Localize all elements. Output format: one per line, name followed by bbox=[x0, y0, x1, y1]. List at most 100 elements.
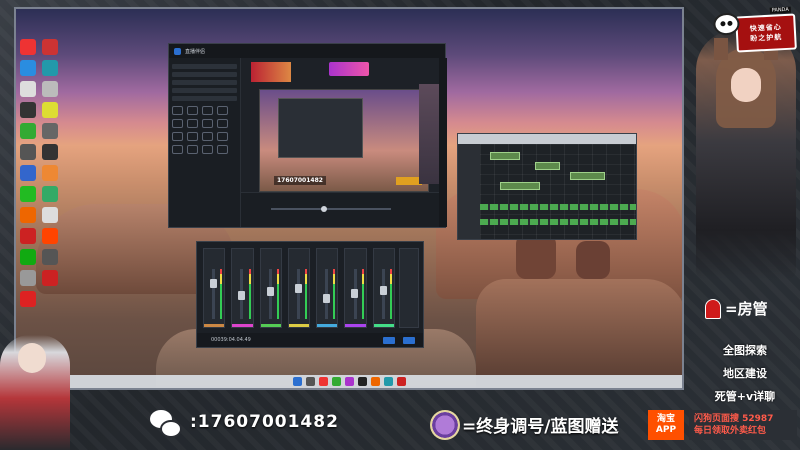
tool-icon[interactable] bbox=[172, 106, 183, 115]
midi-row[interactable] bbox=[480, 204, 636, 210]
fader-knob[interactable] bbox=[266, 287, 274, 296]
midi-row[interactable] bbox=[480, 219, 636, 225]
tool-icon[interactable] bbox=[172, 145, 183, 154]
tool-icon[interactable] bbox=[217, 119, 228, 128]
fader-knob[interactable] bbox=[294, 284, 302, 293]
mixer-button[interactable] bbox=[403, 336, 415, 344]
mixer-channel[interactable] bbox=[203, 248, 226, 328]
sidebar-item[interactable] bbox=[172, 96, 237, 101]
guard-label: =房管 bbox=[725, 300, 768, 318]
streaming-app-window[interactable]: 直播伴侣 17607001482 bbox=[168, 43, 447, 228]
fader-knob[interactable] bbox=[379, 286, 387, 295]
start-icon[interactable] bbox=[292, 377, 302, 386]
sidebar-item[interactable] bbox=[172, 80, 237, 85]
taskbar-app-icon[interactable] bbox=[305, 377, 315, 386]
gift-banner[interactable] bbox=[329, 62, 369, 76]
daw-arrange-area[interactable] bbox=[480, 144, 636, 239]
tool-icon[interactable] bbox=[202, 145, 213, 154]
tool-icon[interactable] bbox=[202, 132, 213, 141]
app-sidebar bbox=[169, 58, 241, 227]
fader-knob[interactable] bbox=[351, 289, 359, 298]
window-title: 直播伴侣 bbox=[185, 48, 206, 55]
daw-header[interactable] bbox=[458, 134, 636, 144]
taskbar-app-icon[interactable] bbox=[396, 377, 406, 386]
sidebar-item[interactable] bbox=[172, 72, 237, 77]
tool-icon[interactable] bbox=[172, 119, 183, 128]
tool-icon[interactable] bbox=[187, 119, 198, 128]
mixer-channel[interactable] bbox=[259, 248, 282, 328]
app-icon[interactable] bbox=[20, 165, 36, 181]
tool-icon[interactable] bbox=[172, 132, 183, 141]
app-icon[interactable] bbox=[42, 186, 58, 202]
app-icon[interactable] bbox=[20, 102, 36, 118]
tool-icon[interactable] bbox=[202, 106, 213, 115]
audio-mixer-window[interactable]: 00039:04.04.49 bbox=[196, 241, 424, 348]
audio-clip[interactable] bbox=[490, 152, 520, 160]
mixer-button[interactable] bbox=[383, 336, 395, 344]
rock-formation bbox=[516, 234, 556, 279]
app-icon[interactable] bbox=[20, 291, 36, 307]
taskbar-app-icon[interactable] bbox=[318, 377, 328, 386]
taskbar-app-icon[interactable] bbox=[383, 377, 393, 386]
app-icon[interactable] bbox=[42, 123, 58, 139]
app-icon[interactable] bbox=[42, 228, 58, 244]
app-icon[interactable] bbox=[20, 81, 36, 97]
tool-icon[interactable] bbox=[202, 119, 213, 128]
fader-knob[interactable] bbox=[210, 279, 218, 288]
wechat-icon bbox=[150, 410, 184, 440]
tool-icon[interactable] bbox=[187, 106, 198, 115]
fader-knob[interactable] bbox=[323, 294, 331, 303]
taskbar-app-icon[interactable] bbox=[370, 377, 380, 386]
daw-track-list[interactable] bbox=[458, 144, 480, 239]
app-icon[interactable] bbox=[20, 207, 36, 223]
app-icon[interactable] bbox=[20, 186, 36, 202]
master-channel[interactable] bbox=[399, 248, 419, 328]
app-icon[interactable] bbox=[42, 207, 58, 223]
taskbar-app-icon[interactable] bbox=[344, 377, 354, 386]
app-icon[interactable] bbox=[42, 165, 58, 181]
mixer-channel[interactable] bbox=[372, 248, 395, 328]
volume-slider[interactable] bbox=[271, 206, 391, 212]
tool-icon[interactable] bbox=[217, 132, 228, 141]
nested-preview bbox=[278, 98, 363, 158]
app-icon[interactable] bbox=[20, 270, 36, 286]
app-icon[interactable] bbox=[20, 144, 36, 160]
window-titlebar[interactable]: 直播伴侣 bbox=[169, 44, 445, 58]
mixer-channel[interactable] bbox=[287, 248, 311, 328]
fader-knob[interactable] bbox=[238, 291, 246, 300]
taobao-line-2: APP bbox=[655, 425, 677, 435]
app-icon[interactable] bbox=[42, 81, 58, 97]
app-icon[interactable] bbox=[42, 39, 58, 55]
tool-icon[interactable] bbox=[187, 145, 198, 154]
rock-formation bbox=[476, 279, 682, 379]
mixer-channel[interactable] bbox=[231, 248, 254, 328]
app-icon[interactable] bbox=[42, 249, 58, 265]
rocket-icon bbox=[705, 298, 721, 319]
daw-window[interactable] bbox=[457, 133, 637, 240]
app-icon[interactable] bbox=[20, 228, 36, 244]
stream-preview[interactable]: 17607001482 bbox=[259, 89, 429, 192]
app-icon[interactable] bbox=[42, 144, 58, 160]
sidebar-item[interactable] bbox=[172, 88, 237, 93]
taskbar-app-icon[interactable] bbox=[357, 377, 367, 386]
app-icon[interactable] bbox=[42, 60, 58, 76]
app-icon[interactable] bbox=[42, 270, 58, 286]
mixer-channel[interactable] bbox=[316, 248, 339, 328]
badge-brand: PANDA bbox=[769, 6, 791, 14]
tool-icon[interactable] bbox=[217, 106, 228, 115]
app-icon[interactable] bbox=[20, 60, 36, 76]
audio-clip[interactable] bbox=[570, 172, 605, 180]
banner-image[interactable] bbox=[251, 62, 291, 82]
app-icon[interactable] bbox=[20, 123, 36, 139]
mixer-channel[interactable] bbox=[344, 248, 367, 328]
app-icon[interactable] bbox=[20, 39, 36, 55]
tool-icon[interactable] bbox=[187, 132, 198, 141]
sidebar-item[interactable] bbox=[172, 64, 237, 69]
side-gallery[interactable] bbox=[419, 84, 441, 184]
tool-icon[interactable] bbox=[217, 145, 228, 154]
app-icon[interactable] bbox=[20, 249, 36, 265]
audio-clip[interactable] bbox=[535, 162, 560, 170]
audio-clip[interactable] bbox=[500, 182, 540, 190]
taskbar-app-icon[interactable] bbox=[331, 377, 341, 386]
app-icon[interactable] bbox=[42, 102, 58, 118]
